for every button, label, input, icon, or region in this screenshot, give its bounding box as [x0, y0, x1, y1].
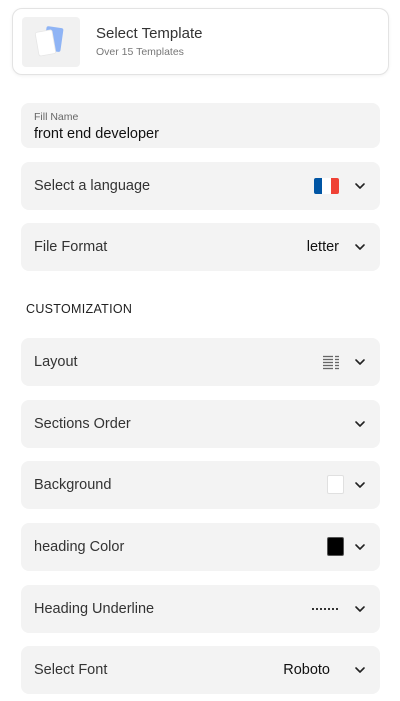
- chevron-down-icon: [355, 183, 365, 189]
- sections-order-label: Sections Order: [34, 416, 131, 432]
- background-select[interactable]: Background: [21, 461, 380, 509]
- heading-underline-label: Heading Underline: [34, 601, 155, 617]
- select-template-card[interactable]: Select Template Over 15 Templates: [12, 8, 389, 75]
- chevron-down-icon: [355, 667, 365, 673]
- heading-underline-select[interactable]: Heading Underline: [21, 585, 380, 633]
- layout-label: Layout: [34, 354, 78, 370]
- template-title: Select Template: [96, 25, 203, 42]
- template-subtitle: Over 15 Templates: [96, 46, 184, 58]
- france-flag-icon: [314, 178, 339, 194]
- file-format-value: letter: [306, 239, 339, 255]
- heading-color-select[interactable]: heading Color: [21, 523, 380, 571]
- fill-name-field[interactable]: Fill Name: [21, 103, 380, 148]
- layout-lines-icon: [323, 355, 339, 370]
- sections-order-select[interactable]: Sections Order: [21, 400, 380, 448]
- font-select[interactable]: Select Font Roboto: [21, 646, 380, 694]
- font-value: Roboto: [283, 662, 330, 678]
- dotted-line-icon: [312, 608, 338, 610]
- font-label: Select Font: [34, 662, 108, 678]
- template-text: Select Template Over 15 Templates: [96, 24, 202, 59]
- template-pages-icon: [34, 26, 64, 57]
- file-format-select[interactable]: File Format letter: [21, 223, 380, 271]
- chevron-down-icon: [355, 421, 365, 427]
- chevron-down-icon: [355, 606, 365, 612]
- background-label: Background: [34, 477, 112, 493]
- customization-heading: CUSTOMIZATION: [26, 302, 133, 316]
- background-color-swatch: [327, 475, 344, 494]
- chevron-down-icon: [355, 359, 365, 365]
- language-label: Select a language: [34, 178, 151, 194]
- chevron-down-icon: [355, 544, 365, 550]
- fill-name-label: Fill Name: [34, 111, 79, 123]
- chevron-down-icon: [355, 482, 365, 488]
- layout-select[interactable]: Layout: [21, 338, 380, 386]
- heading-color-label: heading Color: [34, 539, 125, 555]
- file-format-label: File Format: [34, 239, 108, 255]
- fill-name-input[interactable]: [33, 124, 363, 144]
- chevron-down-icon: [355, 244, 365, 250]
- template-thumbnail: [22, 17, 80, 67]
- resume-settings-panel: Select Template Over 15 Templates Fill N…: [0, 0, 400, 701]
- heading-color-swatch: [327, 537, 344, 556]
- language-select[interactable]: Select a language: [21, 162, 380, 210]
